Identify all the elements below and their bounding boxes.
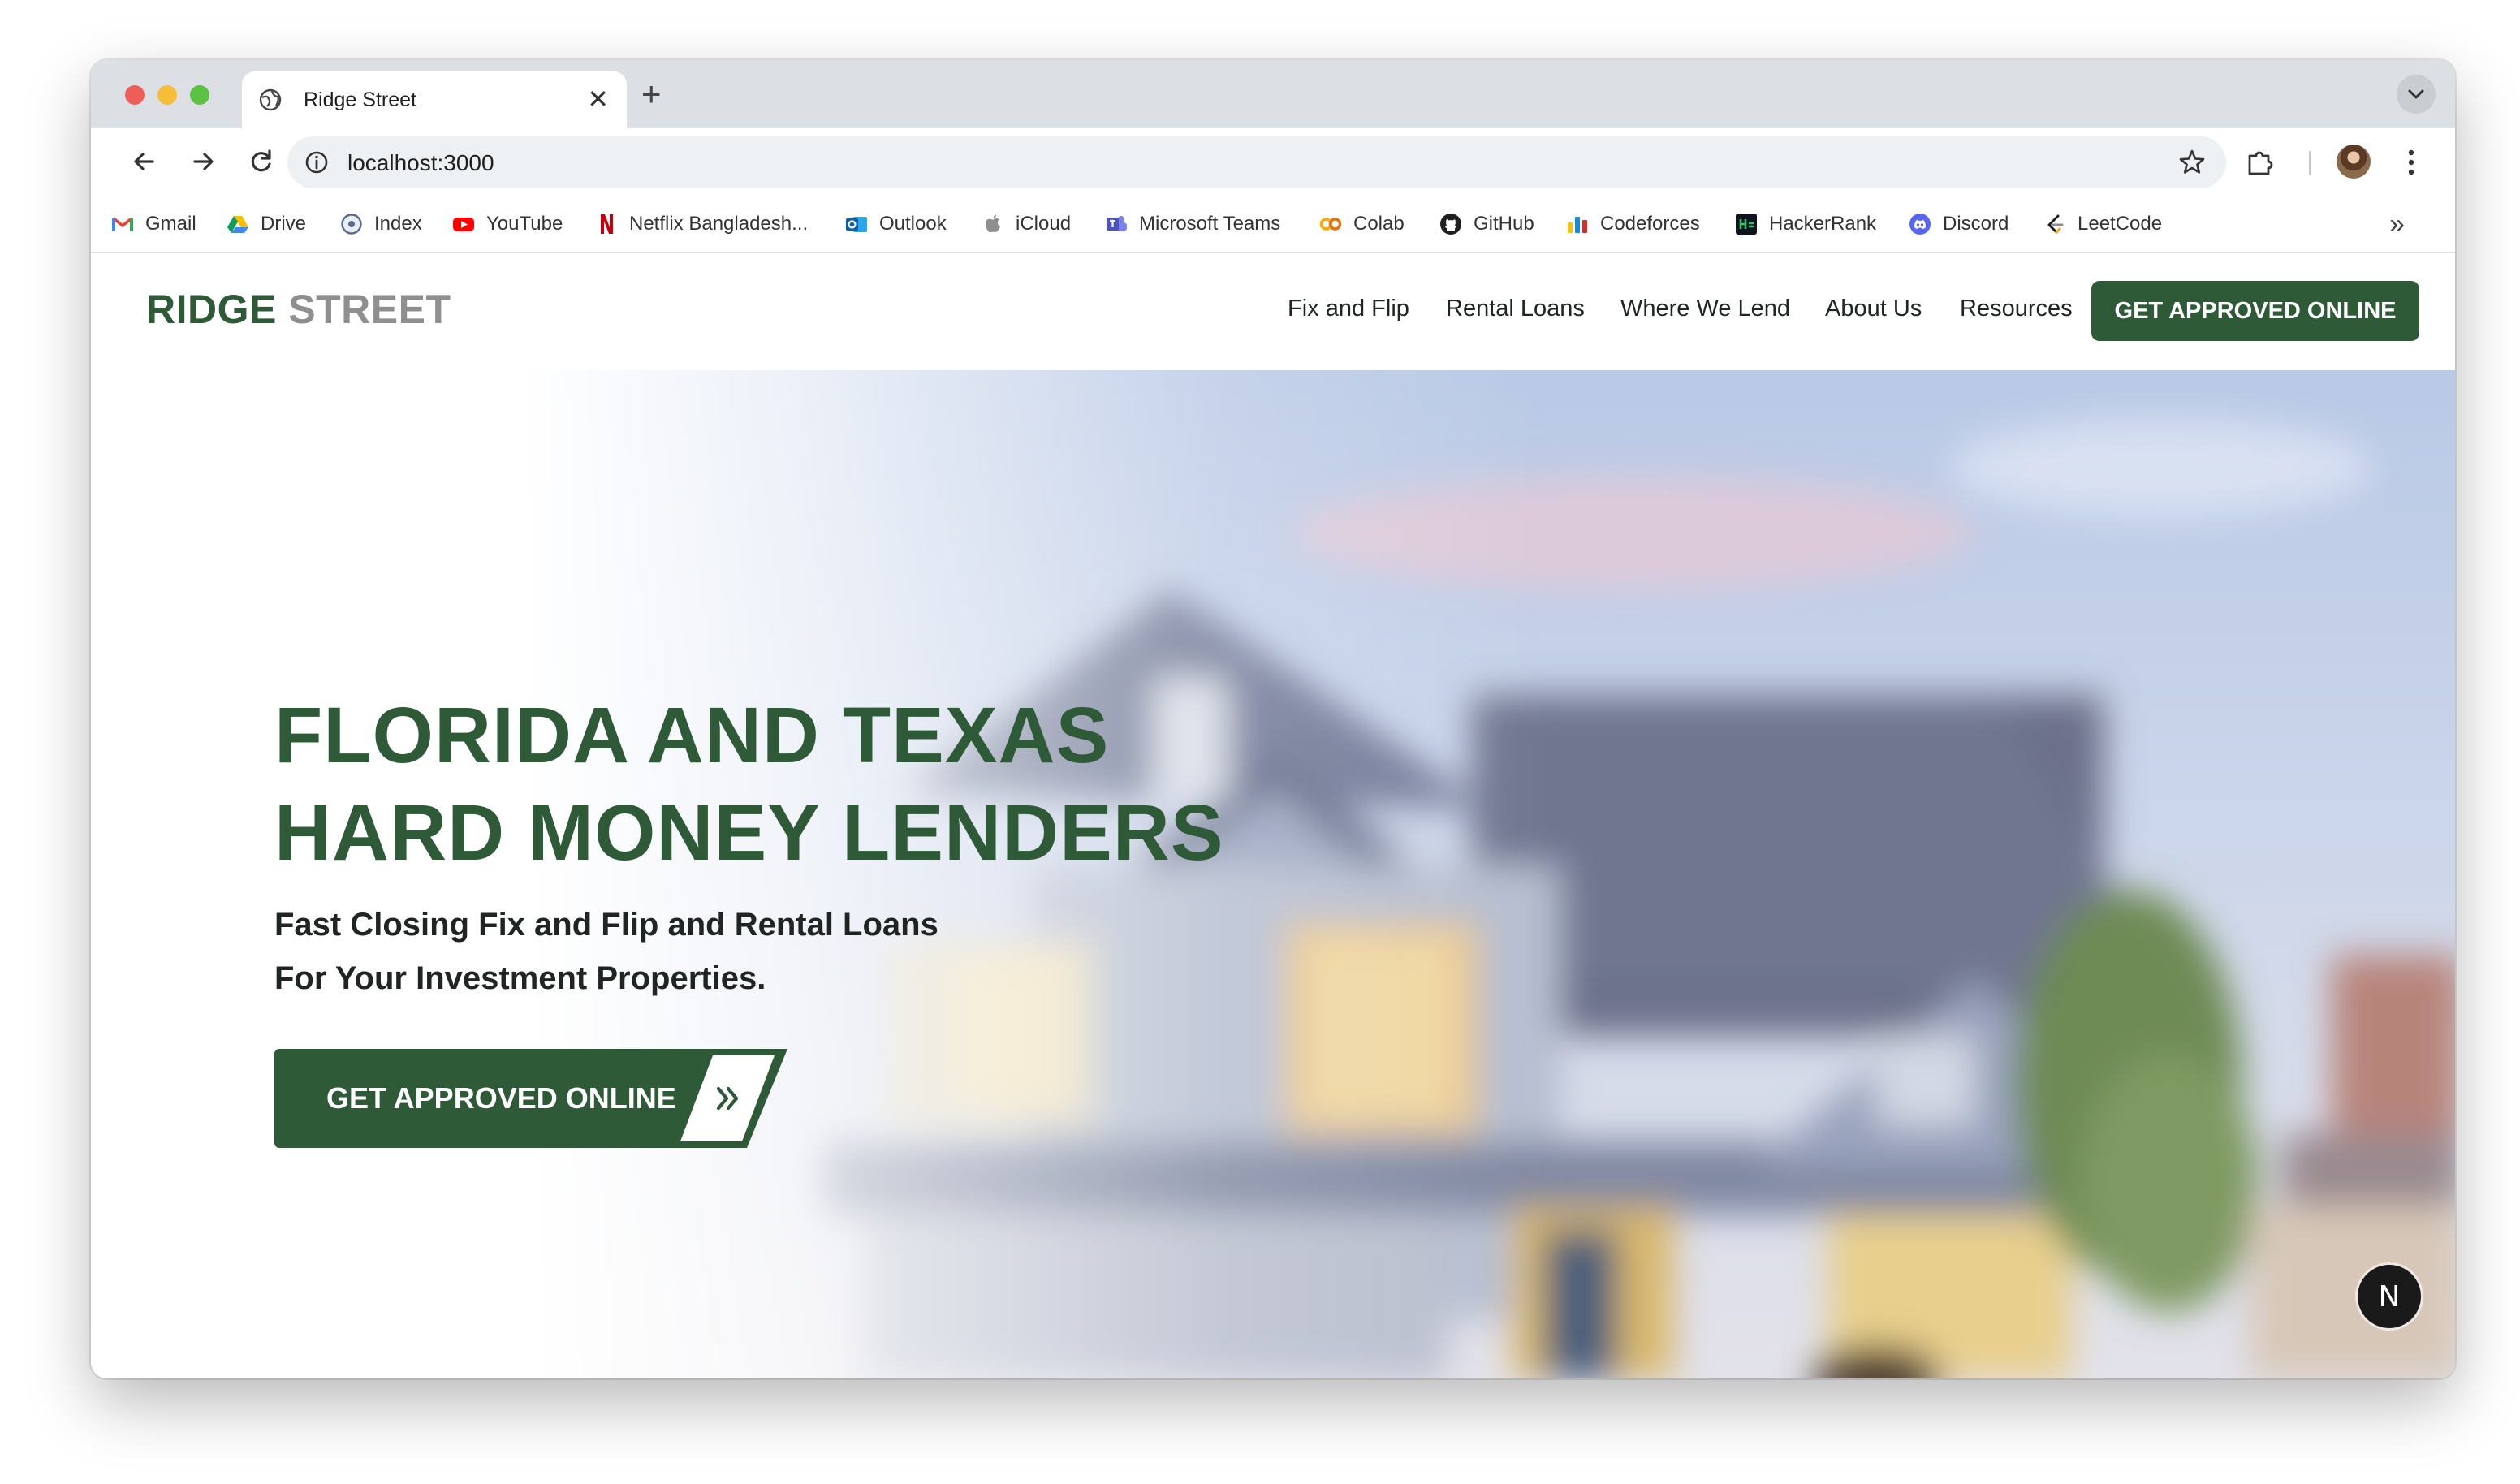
maximize-window-button[interactable]: [190, 85, 209, 105]
browser-window: Ridge Street ✕ + localhost:3000 Gmail Dr…: [91, 60, 2455, 1378]
hero-title: FLORIDA AND TEXAS HARD MONEY LENDERS: [274, 687, 1224, 882]
get-approved-hero-button[interactable]: GET APPROVED ONLINE: [274, 1049, 791, 1148]
address-bar[interactable]: localhost:3000: [287, 136, 2226, 188]
chevron-down-icon: [2408, 89, 2424, 99]
bookmark-index[interactable]: Index: [339, 195, 422, 253]
netflix-icon: [594, 212, 619, 236]
bookmark-label: Netflix Bangladesh...: [629, 213, 809, 235]
back-arrow-icon[interactable]: [125, 142, 164, 181]
gmail-icon: [110, 212, 135, 236]
hero-subtitle-line-2: For Your Investment Properties.: [274, 960, 766, 996]
bookmark-codeforces[interactable]: Codeforces: [1565, 195, 1700, 253]
globe-icon: [259, 88, 282, 111]
minimize-window-button[interactable]: [158, 85, 177, 105]
more-menu-icon[interactable]: [2395, 145, 2427, 180]
leetcode-icon: [2043, 212, 2067, 236]
bookmark-label: Colab: [1353, 213, 1405, 235]
bookmark-label: Drive: [261, 213, 307, 235]
bookmark-label: iCloud: [1016, 213, 1072, 235]
double-chevron-right-icon: [716, 1086, 739, 1111]
hero-title-line-1: FLORIDA AND TEXAS: [274, 691, 1110, 779]
nav-link-where-we-lend[interactable]: Where We Lend: [1620, 296, 1790, 322]
bookmark-label: GitHub: [1474, 213, 1534, 235]
nextjs-dev-badge[interactable]: N: [2358, 1265, 2421, 1328]
hackerrank-icon: [1734, 212, 1758, 236]
hero-button-label: GET APPROVED ONLINE: [326, 1081, 676, 1115]
forward-arrow-icon[interactable]: [183, 142, 222, 181]
reload-icon[interactable]: [242, 142, 281, 181]
bookmark-label: Microsoft Teams: [1139, 213, 1281, 235]
web-page: RIDGE STREET Fix and Flip Rental Loans W…: [91, 253, 2455, 1378]
bookmark-label: Discord: [1943, 213, 2009, 235]
hero-section: FLORIDA AND TEXAS HARD MONEY LENDERS Fas…: [91, 370, 2455, 1378]
bookmark-gmail[interactable]: Gmail: [110, 195, 196, 253]
bookmark-label: Codeforces: [1600, 213, 1700, 235]
close-tab-icon[interactable]: ✕: [587, 84, 609, 114]
bookmark-leetcode[interactable]: LeetCode: [2043, 195, 2162, 253]
github-icon: [1439, 212, 1463, 236]
url-text: localhost:3000: [347, 150, 494, 175]
bookmarks-overflow-icon[interactable]: »: [2389, 209, 2405, 239]
bookmark-drive[interactable]: Drive: [226, 195, 306, 253]
teams-icon: [1104, 212, 1128, 236]
youtube-icon: [451, 212, 476, 236]
bookmark-netflix[interactable]: Netflix Bangladesh...: [594, 195, 808, 253]
bookmark-icloud[interactable]: iCloud: [981, 195, 1071, 253]
bookmark-teams[interactable]: Microsoft Teams: [1104, 195, 1280, 253]
logo-primary-text: RIDGE: [146, 287, 277, 332]
bookmark-label: YouTube: [486, 213, 563, 235]
bookmark-star-icon[interactable]: [2176, 146, 2208, 179]
hero-subtitle-line-1: Fast Closing Fix and Flip and Rental Loa…: [274, 907, 939, 943]
tab-ridge-street[interactable]: Ridge Street ✕: [242, 71, 627, 128]
site-header: RIDGE STREET Fix and Flip Rental Loans W…: [91, 253, 2455, 370]
close-window-button[interactable]: [125, 85, 145, 105]
logo-secondary-text: STREET: [288, 287, 451, 332]
tab-strip: Ridge Street ✕ +: [91, 60, 2455, 128]
browser-toolbar: localhost:3000: [91, 128, 2455, 195]
bookmark-label: LeetCode: [2078, 213, 2163, 235]
extensions-puzzle-icon[interactable]: [2242, 145, 2278, 180]
site-info-icon[interactable]: [302, 148, 331, 177]
bookmark-colab[interactable]: Colab: [1318, 195, 1405, 253]
profile-avatar[interactable]: [2337, 145, 2371, 179]
nav-link-about-us[interactable]: About Us: [1825, 296, 1922, 322]
site-logo[interactable]: RIDGE STREET: [146, 286, 451, 333]
tab-title: Ridge Street: [304, 88, 416, 111]
nav-link-fix-and-flip[interactable]: Fix and Flip: [1288, 296, 1409, 322]
bookmark-label: Gmail: [145, 213, 196, 235]
bookmarks-bar: Gmail Drive Index YouTube Netflix Bangla…: [91, 195, 2455, 253]
bookmark-label: Outlook: [879, 213, 947, 235]
nav-link-rental-loans[interactable]: Rental Loans: [1446, 296, 1585, 322]
bookmark-discord[interactable]: Discord: [1908, 195, 2009, 253]
bookmark-outlook[interactable]: Outlook: [844, 195, 947, 253]
tab-search-button[interactable]: [2397, 75, 2436, 114]
outlook-icon: [844, 212, 869, 236]
hero-title-line-2: HARD MONEY LENDERS: [274, 788, 1224, 877]
bookmark-label: HackerRank: [1769, 213, 1877, 235]
nav-link-resources[interactable]: Resources: [1960, 296, 2073, 322]
bookmark-hackerrank[interactable]: HackerRank: [1734, 195, 1876, 253]
bookmark-github[interactable]: GitHub: [1439, 195, 1534, 253]
discord-icon: [1908, 212, 1932, 236]
bookmark-label: Index: [374, 213, 422, 235]
toolbar-divider: [2309, 151, 2311, 175]
bookmark-youtube[interactable]: YouTube: [451, 195, 563, 253]
get-approved-nav-button[interactable]: GET APPROVED ONLINE: [2091, 281, 2419, 341]
drive-icon: [226, 212, 250, 236]
index-icon: [339, 212, 364, 236]
hero-subtitle: Fast Closing Fix and Flip and Rental Loa…: [274, 898, 939, 1005]
colab-icon: [1318, 212, 1343, 236]
codeforces-icon: [1565, 212, 1590, 236]
new-tab-button[interactable]: +: [641, 75, 662, 114]
apple-icon: [981, 212, 1005, 236]
